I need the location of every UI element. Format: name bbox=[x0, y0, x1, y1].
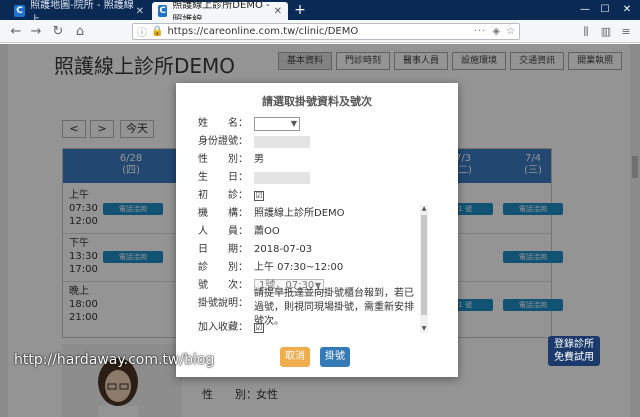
new-tab-button[interactable]: + bbox=[292, 2, 308, 18]
page-actions-icon[interactable]: ··· bbox=[474, 26, 487, 37]
reload-icon[interactable]: ↻ bbox=[50, 24, 66, 40]
careonline-favicon-icon: C bbox=[158, 5, 168, 17]
minimize-button[interactable]: — bbox=[576, 3, 594, 17]
library-icon[interactable]: ⫼ bbox=[578, 24, 594, 40]
cancel-button[interactable]: 取消 bbox=[280, 347, 310, 367]
close-tab-icon[interactable]: ✕ bbox=[136, 6, 144, 17]
browser-nav-bar: ← → ↻ ⌂ ⓘ 🔒 https://careonline.com.tw/cl… bbox=[0, 20, 640, 43]
tab-careonline-map[interactable]: C 照護地圖-院所 - 照護線上 ✕ bbox=[8, 0, 150, 26]
favorite-checkbox[interactable]: ☑ bbox=[254, 323, 264, 333]
register-button[interactable]: 掛號 bbox=[320, 347, 350, 367]
forward-arrow-icon[interactable]: → bbox=[28, 24, 44, 40]
date-value: 2018-07-03 bbox=[254, 244, 313, 255]
institution-value: 照護線上診所DEMO bbox=[254, 208, 345, 219]
tab-clinic-demo[interactable]: C 照護線上診所DEMO - 照護線 ✕ bbox=[152, 0, 288, 26]
birthday-value-redacted bbox=[254, 172, 310, 184]
close-tab-icon[interactable]: ✕ bbox=[274, 6, 282, 17]
bookmark-star-icon[interactable]: ☆ bbox=[506, 26, 515, 37]
modal-title: 請選取掛號資料及號次 bbox=[262, 95, 372, 108]
staff-value: 蕭OO bbox=[254, 226, 280, 237]
pocket-icon[interactable]: ◈ bbox=[492, 26, 500, 37]
number-label: 號 次： bbox=[198, 280, 248, 291]
chevron-down-icon: ▼ bbox=[290, 119, 297, 128]
browser-tab-bar: C 照護地圖-院所 - 照護線上 ✕ C 照護線上診所DEMO - 照護線 ✕ … bbox=[0, 0, 640, 26]
trial-line-2: 免費試用 bbox=[554, 352, 594, 363]
session-label: 診 別： bbox=[198, 262, 248, 273]
sidebar-icon[interactable]: ▥ bbox=[598, 24, 614, 40]
maximize-button[interactable]: ☐ bbox=[596, 3, 614, 17]
name-select[interactable]: ▼ bbox=[254, 117, 300, 131]
id-value-redacted bbox=[254, 136, 310, 148]
birthday-label: 生 日： bbox=[198, 172, 248, 183]
modal-scrollbar-thumb[interactable] bbox=[421, 215, 427, 315]
session-value: 上午 07:30~12:00 bbox=[254, 262, 344, 273]
home-icon[interactable]: ⌂ bbox=[72, 24, 88, 40]
blog-watermark: http://hardaway.com.tw/blog bbox=[14, 352, 215, 368]
favorite-label: 加入收藏： bbox=[198, 322, 248, 333]
scroll-up-icon[interactable]: ▲ bbox=[420, 205, 428, 213]
gender-value: 男 bbox=[254, 154, 264, 165]
registration-modal: 請選取掛號資料及號次 姓 名： ▼ 身份證號： 性 別： 男 生 日： 初 診：… bbox=[176, 83, 458, 377]
lock-icon: 🔒 bbox=[151, 26, 164, 37]
note-text: 請提早抵達並向掛號櫃台報到，若已過號，則視同現場掛號，需重新安排號次。 bbox=[254, 288, 414, 327]
address-bar[interactable]: ⓘ 🔒 https://careonline.com.tw/clinic/DEM… bbox=[132, 23, 520, 40]
close-window-button[interactable]: ✕ bbox=[618, 3, 636, 17]
menu-icon[interactable]: ≡ bbox=[618, 24, 634, 40]
back-arrow-icon[interactable]: ← bbox=[8, 24, 24, 40]
first-visit-label: 初 診： bbox=[198, 190, 248, 201]
url-text[interactable]: https://careonline.com.tw/clinic/DEMO bbox=[167, 26, 467, 37]
name-label: 姓 名： bbox=[198, 118, 248, 129]
scroll-down-icon[interactable]: ▼ bbox=[420, 325, 428, 333]
first-visit-checkbox[interactable]: ☑ bbox=[254, 191, 264, 201]
gender-label: 性 別： bbox=[198, 154, 248, 165]
info-icon[interactable]: ⓘ bbox=[137, 24, 147, 39]
note-label: 掛號說明： bbox=[198, 298, 248, 309]
careonline-favicon-icon: C bbox=[14, 5, 26, 17]
staff-label: 人 員： bbox=[198, 226, 248, 237]
id-label: 身份證號： bbox=[198, 136, 248, 147]
date-label: 日 期： bbox=[198, 244, 248, 255]
modal-scrollbar[interactable]: ▲ ▼ bbox=[420, 205, 428, 333]
trial-line-1: 登錄診所 bbox=[554, 339, 594, 350]
free-trial-badge[interactable]: 登錄診所 免費試用 bbox=[548, 336, 600, 366]
institution-label: 機 構： bbox=[198, 208, 248, 219]
